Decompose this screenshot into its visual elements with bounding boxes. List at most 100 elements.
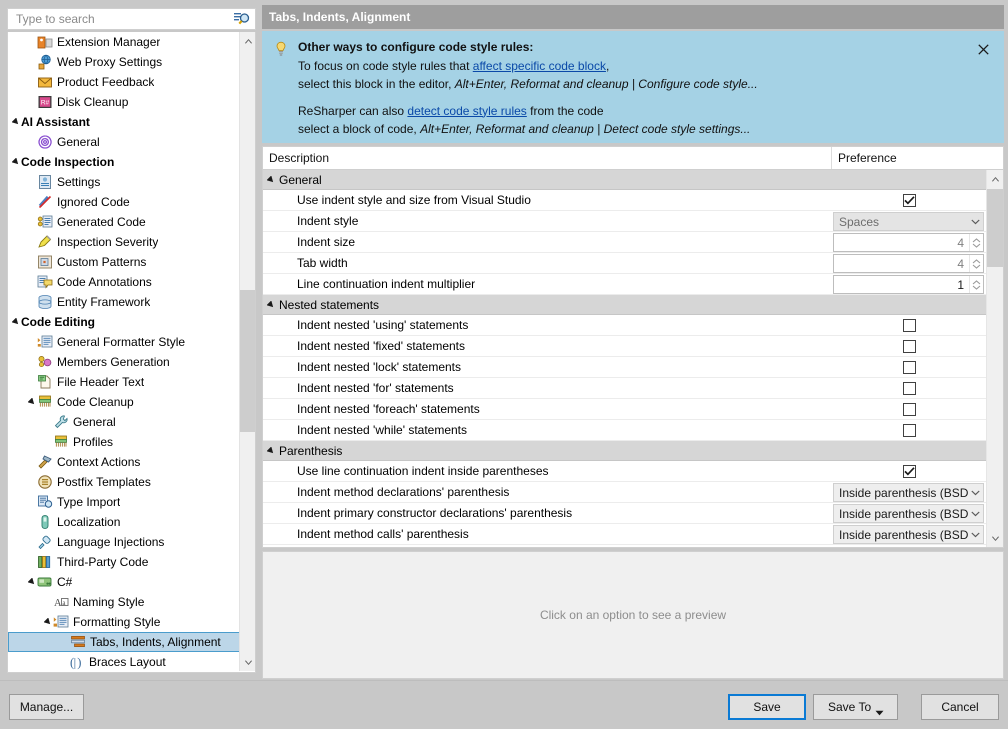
search-input[interactable]: [14, 10, 232, 28]
manage-button[interactable]: Manage...: [9, 694, 84, 720]
sidebar-scrollbar[interactable]: [239, 32, 255, 671]
sidebar-item-code-inspection[interactable]: Code Inspection: [8, 152, 241, 172]
checkbox-unchecked[interactable]: [903, 403, 916, 416]
close-icon[interactable]: [976, 42, 990, 56]
expand-arrow-icon[interactable]: [12, 118, 20, 126]
affect-specific-code-block-link[interactable]: affect specific code block: [473, 59, 606, 73]
checkbox-unchecked[interactable]: [903, 319, 916, 332]
checkbox-unchecked[interactable]: [903, 361, 916, 374]
chevron-down-icon[interactable]: [968, 511, 983, 517]
scroll-down-button[interactable]: [240, 654, 256, 671]
table-row[interactable]: Indent nested 'foreach' statements: [263, 399, 986, 420]
checkbox-unchecked[interactable]: [903, 340, 916, 353]
search-box[interactable]: [7, 8, 256, 30]
dropdown-indent-style[interactable]: Spaces: [833, 212, 984, 231]
grid-scroll-down-button[interactable]: [987, 530, 1003, 547]
grid-group-row[interactable]: Parenthesis: [263, 441, 986, 461]
spinner-line-continuation-indent-multiplier[interactable]: 1: [833, 275, 984, 294]
expand-arrow-icon[interactable]: [44, 618, 52, 626]
sidebar-item-general-formatter-style[interactable]: General Formatter Style: [8, 332, 241, 352]
table-row[interactable]: Tab width4: [263, 253, 986, 274]
scroll-up-button[interactable]: [240, 32, 256, 49]
sidebar-item-formatting-style[interactable]: Formatting Style: [8, 612, 241, 632]
table-row[interactable]: Indent styleSpaces: [263, 211, 986, 232]
sidebar-item-third-party-code[interactable]: Third-Party Code: [8, 552, 241, 572]
sidebar-item-extension-manager[interactable]: Extension Manager: [8, 32, 241, 52]
checkbox-unchecked[interactable]: [903, 382, 916, 395]
expand-arrow-icon[interactable]: [28, 398, 36, 406]
table-row[interactable]: Use indent style and size from Visual St…: [263, 190, 986, 211]
sidebar-item-entity-framework[interactable]: Entity Framework: [8, 292, 241, 312]
tree-expander[interactable]: [26, 392, 37, 412]
search-icon[interactable]: [232, 10, 252, 28]
table-row[interactable]: Indent method calls' parenthesisInside p…: [263, 524, 986, 545]
sidebar-item-web-proxy-settings[interactable]: Web Proxy Settings: [8, 52, 241, 72]
sidebar-item-inspection-severity[interactable]: Inspection Severity: [8, 232, 241, 252]
dropdown-indent-method-calls-parenthesis[interactable]: Inside parenthesis (BSD/W: [833, 525, 984, 544]
table-row[interactable]: Indent nested 'fixed' statements: [263, 336, 986, 357]
detect-code-style-rules-link[interactable]: detect code style rules: [407, 104, 526, 118]
sidebar-item-file-header-text[interactable]: File Header Text: [8, 372, 241, 392]
sidebar-item-ai-assistant[interactable]: AI Assistant: [8, 112, 241, 132]
chevron-down-icon[interactable]: [968, 490, 983, 496]
group-expander-icon[interactable]: [263, 295, 277, 314]
sidebar-item-code-annotations[interactable]: Code Annotations: [8, 272, 241, 292]
table-row[interactable]: Indent nested 'lock' statements: [263, 357, 986, 378]
checkbox-unchecked[interactable]: [903, 424, 916, 437]
sidebar-item-code-editing[interactable]: Code Editing: [8, 312, 241, 332]
grid-scroll-up-button[interactable]: [987, 170, 1003, 187]
sidebar-item-postfix-templates[interactable]: Postfix Templates: [8, 472, 241, 492]
spinner-value[interactable]: 4: [834, 236, 969, 250]
table-row[interactable]: Indent nested 'using' statements: [263, 315, 986, 336]
dropdown-indent-primary-constructor-declarations-parenthesis[interactable]: Inside parenthesis (BSD/W: [833, 504, 984, 523]
save-button[interactable]: Save: [728, 694, 806, 720]
tree-expander[interactable]: [10, 312, 21, 332]
sidebar-item-custom-patterns[interactable]: Custom Patterns: [8, 252, 241, 272]
grid-group-row[interactable]: General: [263, 170, 986, 190]
spinner-tab-width[interactable]: 4: [833, 254, 984, 273]
grid-group-row[interactable]: Nested statements: [263, 295, 986, 315]
sidebar-item-context-actions[interactable]: Context Actions: [8, 452, 241, 472]
table-row[interactable]: Use line continuation indent inside pare…: [263, 461, 986, 482]
sidebar-item-tabs-indents-alignment[interactable]: Tabs, Indents, Alignment: [8, 632, 241, 652]
table-row[interactable]: Line continuation indent multiplier1: [263, 274, 986, 295]
sidebar-item-ignored-code[interactable]: Ignored Code: [8, 192, 241, 212]
group-expander-icon[interactable]: [263, 170, 277, 189]
sidebar-item-general[interactable]: General: [8, 132, 241, 152]
tree-expander[interactable]: [10, 152, 21, 172]
spinner-buttons[interactable]: [969, 255, 983, 272]
sidebar-item-product-feedback[interactable]: Product Feedback: [8, 72, 241, 92]
sidebar-item-settings[interactable]: Settings: [8, 172, 241, 192]
sidebar-item-profiles[interactable]: Profiles: [8, 432, 241, 452]
cancel-button[interactable]: Cancel: [921, 694, 999, 720]
sidebar-scrollbar-thumb[interactable]: [240, 290, 256, 432]
sidebar-item-disk-cleanup[interactable]: R#Disk Cleanup: [8, 92, 241, 112]
sidebar-item-generated-code[interactable]: Generated Code: [8, 212, 241, 232]
save-to-button[interactable]: Save To: [813, 694, 898, 720]
spinner-value[interactable]: 4: [834, 257, 969, 271]
tree-expander[interactable]: [26, 572, 37, 592]
checkbox-checked[interactable]: [903, 194, 916, 207]
grid-scrollbar[interactable]: [986, 170, 1003, 547]
sidebar-item-braces-layout[interactable]: (|)Braces Layout: [8, 652, 241, 671]
table-row[interactable]: Indent nested 'while' statements: [263, 420, 986, 441]
table-row[interactable]: Indent size4: [263, 232, 986, 253]
spinner-indent-size[interactable]: 4: [833, 233, 984, 252]
tree-expander[interactable]: [42, 612, 53, 632]
spinner-buttons[interactable]: [969, 234, 983, 251]
sidebar-item-general[interactable]: General: [8, 412, 241, 432]
expand-arrow-icon[interactable]: [12, 158, 20, 166]
sidebar-item-language-injections[interactable]: Language Injections: [8, 532, 241, 552]
expand-arrow-icon[interactable]: [28, 578, 36, 586]
spinner-buttons[interactable]: [969, 276, 983, 293]
sidebar-item-code-cleanup[interactable]: Code Cleanup: [8, 392, 241, 412]
sidebar-item-type-import[interactable]: Type Import: [8, 492, 241, 512]
checkbox-checked[interactable]: [903, 465, 916, 478]
table-row[interactable]: Indent nested 'for' statements: [263, 378, 986, 399]
chevron-down-icon[interactable]: [968, 219, 983, 225]
settings-tree[interactable]: Extension ManagerWeb Proxy SettingsProdu…: [7, 32, 256, 673]
spinner-value[interactable]: 1: [834, 278, 969, 292]
sidebar-item-localization[interactable]: Localization: [8, 512, 241, 532]
dropdown-indent-method-declarations-parenthesis[interactable]: Inside parenthesis (BSD/W: [833, 483, 984, 502]
grid-scrollbar-thumb[interactable]: [987, 189, 1003, 267]
